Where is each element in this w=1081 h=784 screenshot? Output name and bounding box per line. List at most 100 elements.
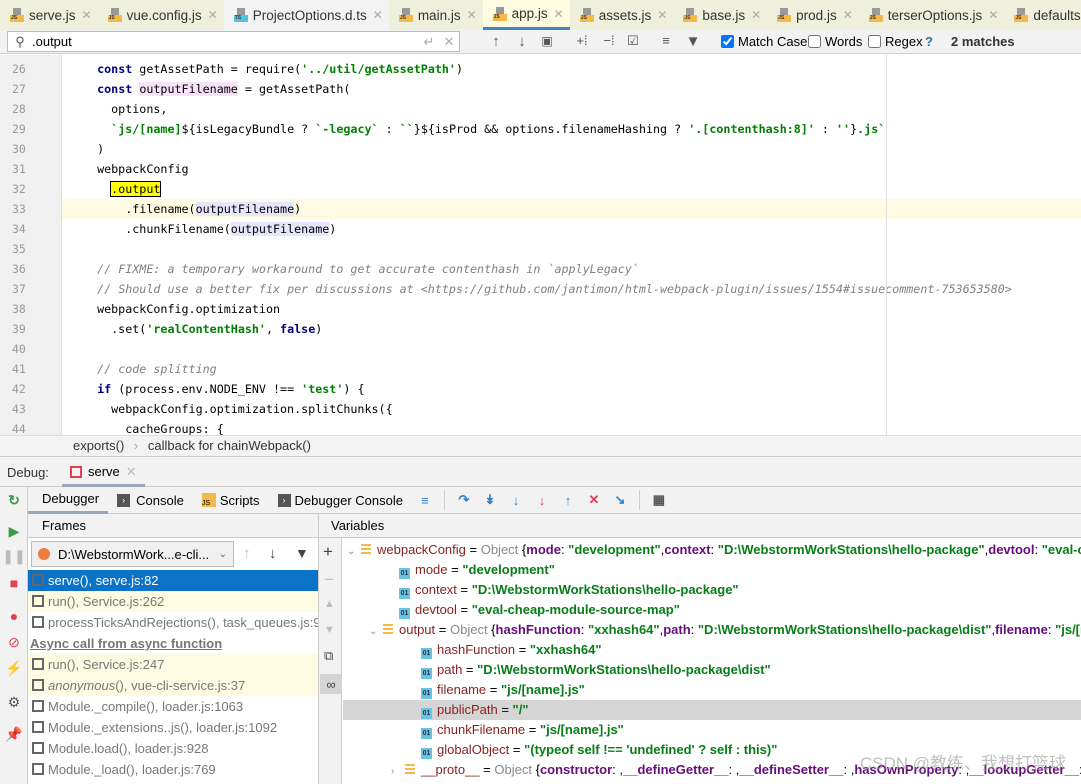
step-over-icon[interactable]: ↷ [454, 490, 474, 510]
tab-console[interactable]: › Console [108, 487, 193, 514]
add-watch-icon[interactable]: + [323, 542, 333, 562]
code-line[interactable]: if (process.env.NODE_ENV !== 'test') { [83, 379, 364, 399]
close-tab-icon[interactable]: ✕ [467, 8, 477, 22]
code-line[interactable]: // FIXME: a temporary workaround to get … [83, 259, 639, 279]
drop-frame-icon[interactable]: ✕ [584, 490, 604, 510]
stack-frame[interactable]: run(), Service.js:247 [28, 654, 318, 675]
line-number[interactable]: 36 [0, 259, 40, 279]
clear-icon[interactable]: ✕ [439, 34, 459, 50]
line-number[interactable]: 27 [0, 79, 40, 99]
line-number[interactable]: 38 [0, 299, 40, 319]
variable-row[interactable]: 01 context = "D:\WebstormWorkStations\hel… [343, 580, 1081, 600]
line-number[interactable]: 43 [0, 399, 40, 419]
code-line[interactable]: `js/[name]${isLegacyBundle ? `-legacy` :… [83, 119, 885, 139]
search-icon[interactable]: ⚲ [8, 34, 32, 50]
previous-occurrence-icon[interactable]: ↑ [488, 33, 504, 50]
move-down-icon[interactable]: ▼ [324, 624, 335, 636]
select-occurrences-icon[interactable]: ☑ [624, 33, 642, 49]
thread-selector[interactable]: D:\WebstormWork...e-cli... ⌄ [31, 541, 234, 567]
variable-row[interactable]: ⌄ webpackConfig = Object {mode: "developm… [343, 540, 1081, 560]
tab-debugger-console[interactable]: › Debugger Console [269, 487, 412, 514]
code-line[interactable]: // code splitting [83, 359, 217, 379]
code-editor[interactable]: const getAssetPath = require('../util/ge… [0, 55, 1081, 435]
step-out-icon[interactable]: ↑ [558, 490, 578, 510]
editor-tab[interactable]: JS vue.config.js ✕ [97, 0, 224, 30]
line-number[interactable]: 32 [0, 179, 40, 199]
variable-row[interactable]: 01 hashFunction = "xxhash64" [343, 640, 1081, 660]
line-number[interactable]: 33 [0, 199, 40, 219]
variable-row[interactable]: 01 publicPath = "/" [343, 700, 1081, 720]
editor-tab[interactable]: JSdefaults.js✕ [1004, 0, 1081, 30]
show-watches-icon[interactable]: ∞ [320, 674, 342, 694]
settings-gear-icon[interactable]: ⚙ [4, 692, 24, 712]
code-line[interactable]: cacheGroups: { [83, 419, 224, 435]
editor-tab[interactable]: JS assets.js ✕ [569, 0, 674, 30]
chevron-down-icon[interactable]: ⌄ [347, 542, 361, 560]
code-line[interactable]: webpackConfig.optimization.splitChunks({ [83, 399, 392, 419]
filter-icon[interactable]: ▼ [684, 33, 702, 50]
variable-row[interactable]: 01 filename = "js/[name].js" [343, 680, 1081, 700]
editor-tab[interactable]: JS serve.js ✕ [0, 0, 98, 30]
line-number[interactable]: 35 [0, 239, 40, 259]
editor-tab[interactable]: JS prod.js ✕ [767, 0, 859, 30]
line-number[interactable]: 34 [0, 219, 40, 239]
rerun-icon[interactable]: ↻ [4, 490, 24, 510]
tab-scripts[interactable]: JS Scripts [193, 487, 269, 514]
regex-help-link[interactable]: ? [925, 34, 933, 49]
stack-frame[interactable]: Module._compile(), loader.js:1063 [28, 696, 318, 717]
code-line[interactable]: .filename(outputFilename) [83, 199, 301, 219]
stack-frame[interactable]: Module._load(), loader.js:769 [28, 759, 318, 780]
regex-checkbox[interactable]: Regex [868, 34, 923, 49]
add-selection-icon[interactable]: +⁞ [573, 33, 591, 48]
run-to-cursor-icon[interactable]: ↘ [610, 490, 630, 510]
code-line[interactable]: ) [83, 139, 104, 159]
pause-icon[interactable]: ❚❚ [2, 546, 25, 566]
stack-frame[interactable]: run(), Service.js:262 [28, 591, 318, 612]
match-case-check[interactable] [721, 35, 734, 48]
new-line-icon[interactable]: ↵ [419, 34, 439, 50]
breadcrumb-item[interactable]: exports() [73, 438, 124, 453]
variable-row[interactable]: 01 chunkFilename = "js/[name].js" [343, 720, 1081, 740]
filter-icon[interactable]: ▼ [295, 545, 309, 561]
smart-step-into-icon[interactable]: ↓ [506, 490, 526, 510]
move-up-icon[interactable]: ▲ [324, 598, 335, 610]
stack-frame[interactable]: serve(), serve.js:82 [28, 570, 318, 591]
step-into-icon[interactable]: ↡ [480, 490, 500, 510]
close-session-icon[interactable]: ✕ [126, 464, 137, 480]
code-line[interactable]: .output [83, 179, 162, 199]
pin-icon[interactable]: 📌 [4, 724, 24, 744]
stack-frame[interactable]: anonymous(), vue-cli-service.js:37 [28, 675, 318, 696]
code-line[interactable]: webpackConfig [83, 159, 189, 179]
line-number[interactable]: 41 [0, 359, 40, 379]
line-number[interactable]: 44 [0, 419, 40, 435]
line-number[interactable]: 42 [0, 379, 40, 399]
filter-settings-icon[interactable]: ≡ [657, 33, 675, 48]
close-tab-icon[interactable]: ✕ [82, 8, 92, 22]
line-number[interactable]: 39 [0, 319, 40, 339]
editor-tab[interactable]: JS base.js ✕ [673, 0, 768, 30]
resume-icon[interactable]: ▶ [4, 521, 24, 541]
next-occurrence-icon[interactable]: ↓ [514, 33, 530, 50]
view-breakpoints-icon[interactable]: ● [4, 606, 24, 626]
code-line[interactable]: // Should use a better fix per discussio… [83, 279, 1012, 299]
words-checkbox[interactable]: Words [808, 34, 862, 49]
close-tab-icon[interactable]: ✕ [657, 8, 667, 22]
code-line[interactable]: const getAssetPath = require('../util/ge… [83, 59, 463, 79]
code-line[interactable]: .chunkFilename(outputFilename) [83, 219, 336, 239]
close-tab-icon[interactable]: ✕ [843, 8, 853, 22]
stack-frame[interactable]: processTicksAndRejections(), task_queues… [28, 612, 318, 633]
line-number[interactable]: 37 [0, 279, 40, 299]
editor-tab[interactable]: JS terserOptions.js ✕ [858, 0, 1005, 30]
search-query[interactable]: .output [32, 34, 419, 49]
lightning-icon[interactable]: ⚡ [4, 658, 24, 678]
line-number[interactable]: 29 [0, 119, 40, 139]
regex-check[interactable] [868, 35, 881, 48]
show-execution-point-icon[interactable]: ≡ [415, 490, 435, 510]
words-check[interactable] [808, 35, 821, 48]
frame-up-icon[interactable]: ↑ [243, 545, 251, 562]
editor-tab[interactable]: JS main.js ✕ [388, 0, 483, 30]
force-step-into-icon[interactable]: ↓ [532, 490, 552, 510]
stack-frame[interactable]: Module._extensions..js(), loader.js:1092 [28, 717, 318, 738]
tab-debugger[interactable]: Debugger [28, 487, 109, 514]
editor-tab[interactable]: TS ProjectOptions.d.ts ✕ [223, 0, 389, 30]
